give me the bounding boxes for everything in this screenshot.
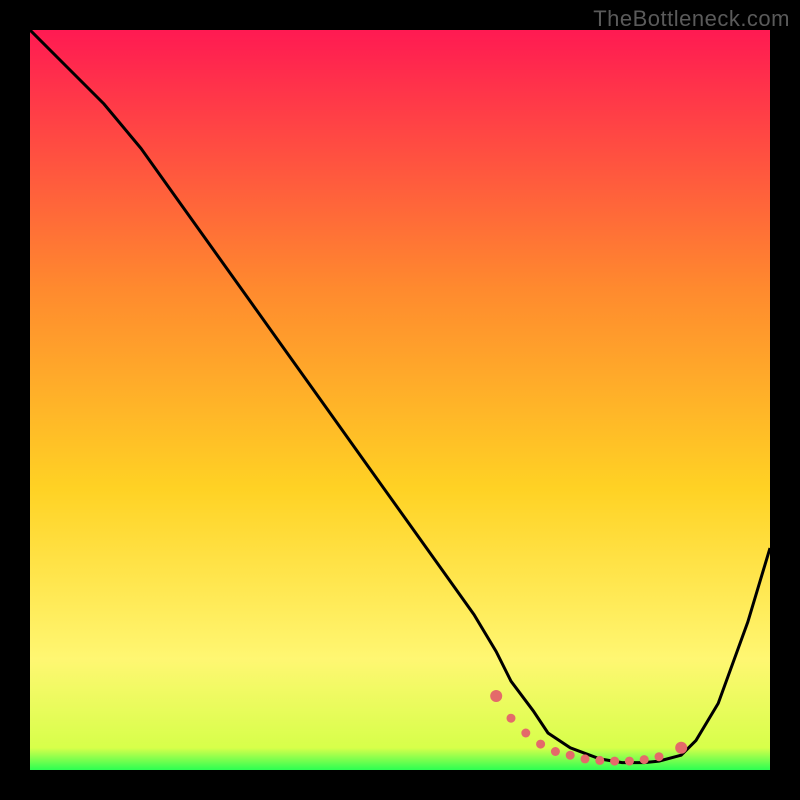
gradient-background [30,30,770,770]
marker-dot [610,757,619,766]
marker-dot [625,757,634,766]
marker-dot [595,756,604,765]
marker-dot [551,747,560,756]
marker-dot [675,742,687,754]
bottleneck-chart [30,30,770,770]
marker-dot [581,754,590,763]
marker-dot [640,755,649,764]
marker-dot [507,714,516,723]
plot-area [30,30,770,770]
marker-dot [566,751,575,760]
chart-frame: TheBottleneck.com [0,0,800,800]
watermark-text: TheBottleneck.com [593,6,790,32]
marker-dot [490,690,502,702]
marker-dot [655,752,664,761]
marker-dot [521,729,530,738]
marker-dot [536,740,545,749]
